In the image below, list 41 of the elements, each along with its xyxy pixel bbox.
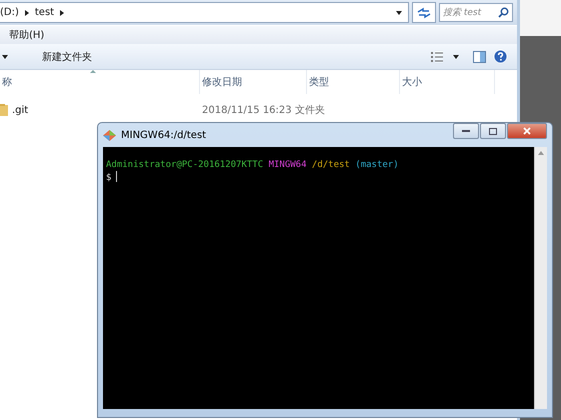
refresh-icon (417, 6, 431, 18)
file-name[interactable]: .git (12, 104, 28, 116)
prompt-path: /d/test (312, 160, 350, 170)
new-folder-button[interactable]: 新建文件夹 (38, 46, 96, 66)
close-icon (523, 127, 531, 135)
maximize-icon (489, 128, 497, 134)
folder-icon (0, 104, 8, 116)
search-field[interactable]: 搜索 test (439, 3, 513, 22)
column-header[interactable]: 类型 (309, 75, 329, 89)
column-header[interactable]: 大小 (402, 75, 422, 89)
scrollbar[interactable] (534, 147, 547, 409)
search-icon[interactable] (498, 7, 509, 18)
breadcrumb-item[interactable]: test (34, 7, 54, 18)
view-list-icon[interactable] (431, 52, 445, 62)
dropdown-arrow-icon[interactable] (2, 54, 8, 58)
app-icon (103, 130, 116, 140)
help-icon[interactable] (494, 50, 507, 63)
menu-item[interactable]: 帮助(H) (8, 27, 46, 43)
dropdown-arrow-icon[interactable] (396, 10, 402, 14)
prompt-branch: (master) (355, 160, 399, 170)
window-title: MINGW64:/d/test (121, 130, 206, 140)
preview-pane-icon[interactable] (473, 50, 486, 62)
prompt-user: Administrator@PC-20161207KTTC (106, 160, 264, 170)
chevron-icon[interactable] (24, 10, 29, 16)
minimize-button[interactable] (453, 123, 479, 139)
sort-arrow-icon (90, 70, 96, 73)
table-cell-text: 文件夹 (294, 104, 326, 117)
prompt-system: MINGW64 (268, 160, 306, 170)
minimize-icon (462, 130, 470, 132)
maximize-button[interactable] (480, 123, 506, 139)
chevron-icon[interactable] (60, 10, 64, 16)
refresh-button[interactable] (412, 2, 436, 23)
table-cell-text: 2018/11/15 16:23 (201, 104, 293, 116)
column-header[interactable]: 称 (2, 75, 12, 89)
close-button[interactable] (507, 123, 547, 139)
dropdown-arrow-icon[interactable] (453, 54, 459, 58)
column-header[interactable]: 修改日期 (202, 75, 242, 89)
breadcrumb-item[interactable]: (D:) (0, 7, 19, 18)
address-bar[interactable]: (D:) test (0, 2, 409, 23)
prompt-symbol: $ (106, 173, 112, 183)
text-cursor[interactable] (116, 171, 118, 182)
